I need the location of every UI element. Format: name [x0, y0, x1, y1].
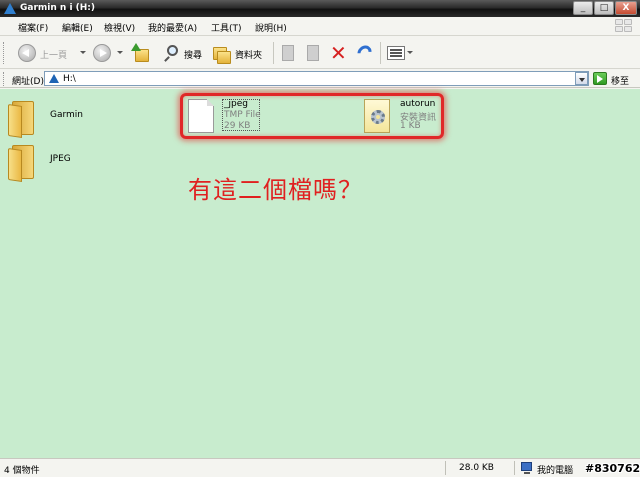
annotation-text: 有這二個檔嗎？ [188, 176, 363, 204]
toolbar: 上一頁 搜尋 資料夾 ✕ [0, 37, 640, 69]
folder-icon [8, 143, 38, 182]
address-grip[interactable] [3, 72, 6, 86]
search-button-label: 搜尋 [184, 51, 203, 61]
status-total-size: 28.0 KB [459, 463, 494, 473]
menu-view[interactable]: 檢視(V) [104, 21, 135, 34]
address-label: 網址(D) [12, 77, 44, 87]
folders-button-label: 資料夾 [235, 51, 263, 61]
file-item-jpeg[interactable]: JPEG [6, 141, 86, 183]
menu-edit[interactable]: 編輯(E) [62, 21, 93, 34]
menu-file[interactable]: 檔案(F) [18, 21, 48, 34]
title-bar[interactable]: Garmin n i (H:) _ □ X [0, 0, 640, 17]
folder-icon [8, 99, 38, 138]
file-name: Garmin [50, 110, 84, 120]
drive-icon [4, 3, 16, 14]
forward-icon[interactable] [93, 44, 111, 62]
windows-logo-icon [614, 18, 634, 34]
address-dropdown-icon[interactable] [575, 72, 588, 85]
toolbar-separator [273, 42, 274, 64]
my-computer-icon [521, 462, 532, 474]
status-bar: 4 個物件 28.0 KB 我的電腦 #830762 [0, 458, 640, 477]
red-highlight-box [180, 93, 444, 139]
go-button-label[interactable]: 移至 [611, 74, 629, 87]
explorer-window: Garmin n i (H:) _ □ X 檔案(F) 編輯(E) 檢視(V) … [0, 0, 640, 477]
address-input[interactable]: H:\ [44, 71, 589, 86]
up-folder-button[interactable] [131, 41, 151, 65]
toolbar-separator [380, 42, 381, 64]
copy-to-icon[interactable] [307, 45, 319, 61]
folders-button[interactable]: 資料夾 [211, 41, 269, 65]
status-divider [445, 461, 446, 475]
watermark-text: #830762 [585, 462, 640, 475]
search-icon [167, 45, 178, 56]
menu-help[interactable]: 說明(H) [255, 21, 287, 34]
menu-favorites[interactable]: 我的最愛(A) [148, 21, 197, 34]
close-button[interactable]: X [615, 1, 637, 15]
toolbar-grip[interactable] [3, 42, 6, 64]
window-title: Garmin n i (H:) [20, 3, 96, 13]
status-divider [514, 461, 515, 475]
menu-bar: 檔案(F) 編輯(E) 檢視(V) 我的最愛(A) 工具(T) 說明(H) [0, 17, 640, 36]
views-dropdown-icon[interactable] [407, 51, 413, 54]
move-to-icon[interactable] [282, 45, 294, 61]
forward-dropdown-icon[interactable] [117, 51, 123, 54]
status-object-count: 4 個物件 [4, 466, 40, 476]
address-bar: 網址(D) H:\ 移至 [0, 70, 640, 88]
file-item-garmin[interactable]: Garmin [6, 97, 86, 139]
back-button-label[interactable]: 上一頁 [40, 48, 67, 61]
maximize-button[interactable]: □ [594, 1, 614, 15]
go-icon[interactable] [593, 72, 607, 85]
file-list[interactable]: Garmin JPEG _jpeg TMP File 29 KB autorun… [0, 89, 640, 458]
status-location: 我的電腦 [537, 466, 574, 476]
folders-icon-front [217, 51, 231, 64]
menu-tools[interactable]: 工具(T) [211, 21, 242, 34]
search-handle-icon [164, 56, 170, 62]
search-button[interactable]: 搜尋 [163, 41, 209, 65]
undo-icon[interactable] [354, 42, 375, 63]
drive-icon [49, 74, 59, 83]
views-icon[interactable] [387, 46, 405, 60]
back-icon[interactable] [18, 44, 36, 62]
window-controls: _ □ X [572, 1, 637, 15]
delete-icon[interactable]: ✕ [330, 43, 347, 63]
up-arrow-icon [131, 43, 141, 51]
minimize-button[interactable]: _ [573, 1, 593, 15]
address-value: H:\ [63, 74, 76, 84]
file-name: JPEG [50, 154, 71, 164]
back-dropdown-icon[interactable] [80, 51, 86, 54]
